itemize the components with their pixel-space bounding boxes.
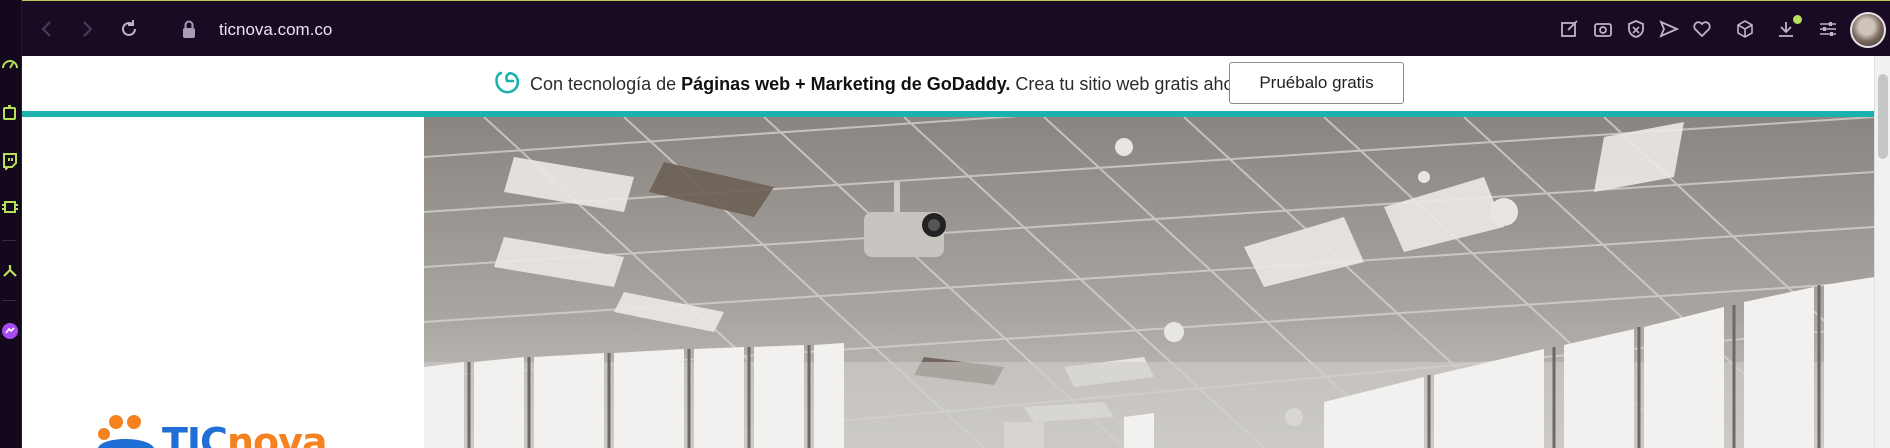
speedometer-icon[interactable] <box>1 55 19 73</box>
browser-toolbar: ticnova.com.co <box>22 0 1890 56</box>
chip-icon[interactable] <box>1 198 19 216</box>
site-logo[interactable]: TICnova <box>92 412 342 448</box>
banner-text: Con tecnología de Páginas web + Marketin… <box>530 73 1255 95</box>
camera-icon[interactable] <box>1592 18 1614 40</box>
lock-icon[interactable] <box>180 19 198 39</box>
battery-icon[interactable] <box>1 104 19 122</box>
browser-sidebar <box>0 0 22 448</box>
logo-text: TICnova <box>162 420 328 448</box>
address-bar[interactable]: ticnova.com.co <box>219 19 332 41</box>
back-icon[interactable] <box>36 18 58 40</box>
shield-icon[interactable] <box>1625 18 1647 40</box>
avatar[interactable] <box>1850 12 1886 48</box>
send-icon[interactable] <box>1658 18 1680 40</box>
hero-image <box>424 117 1874 448</box>
try-free-button[interactable]: Pruébalo gratis <box>1229 62 1404 104</box>
godaddy-logo-icon <box>493 69 521 95</box>
logo-nova: nova <box>226 420 328 448</box>
banner-suffix: Crea tu sitio web gratis ahora. <box>1010 74 1255 94</box>
browser-window: ticnova.com.co Con tecnología de Páginas… <box>0 0 1890 448</box>
download-status-dot <box>1793 15 1802 24</box>
sidebar-divider <box>2 300 16 301</box>
banner-bold[interactable]: Páginas web + Marketing de GoDaddy. <box>681 74 1010 94</box>
twitch-icon[interactable] <box>1 152 19 170</box>
banner-prefix: Con tecnología de <box>530 74 682 94</box>
forward-icon[interactable] <box>76 18 98 40</box>
heart-icon[interactable] <box>1691 18 1713 40</box>
edit-icon[interactable] <box>1559 18 1581 40</box>
messenger-icon[interactable] <box>1 322 19 340</box>
page-scrollbar[interactable] <box>1874 56 1890 448</box>
reload-icon[interactable] <box>118 18 140 40</box>
tree-icon[interactable] <box>1 262 19 280</box>
logo-tic: TIC <box>162 420 228 448</box>
sidebar-divider <box>2 240 16 241</box>
logo-people-icon <box>98 415 154 448</box>
left-panel <box>22 117 424 448</box>
scrollbar-thumb[interactable] <box>1878 74 1888 159</box>
cube-icon[interactable] <box>1734 18 1756 40</box>
settings-sliders-icon[interactable] <box>1817 18 1839 40</box>
web-page: Con tecnología de Páginas web + Marketin… <box>22 56 1874 448</box>
godaddy-banner: Con tecnología de Páginas web + Marketin… <box>22 56 1874 112</box>
